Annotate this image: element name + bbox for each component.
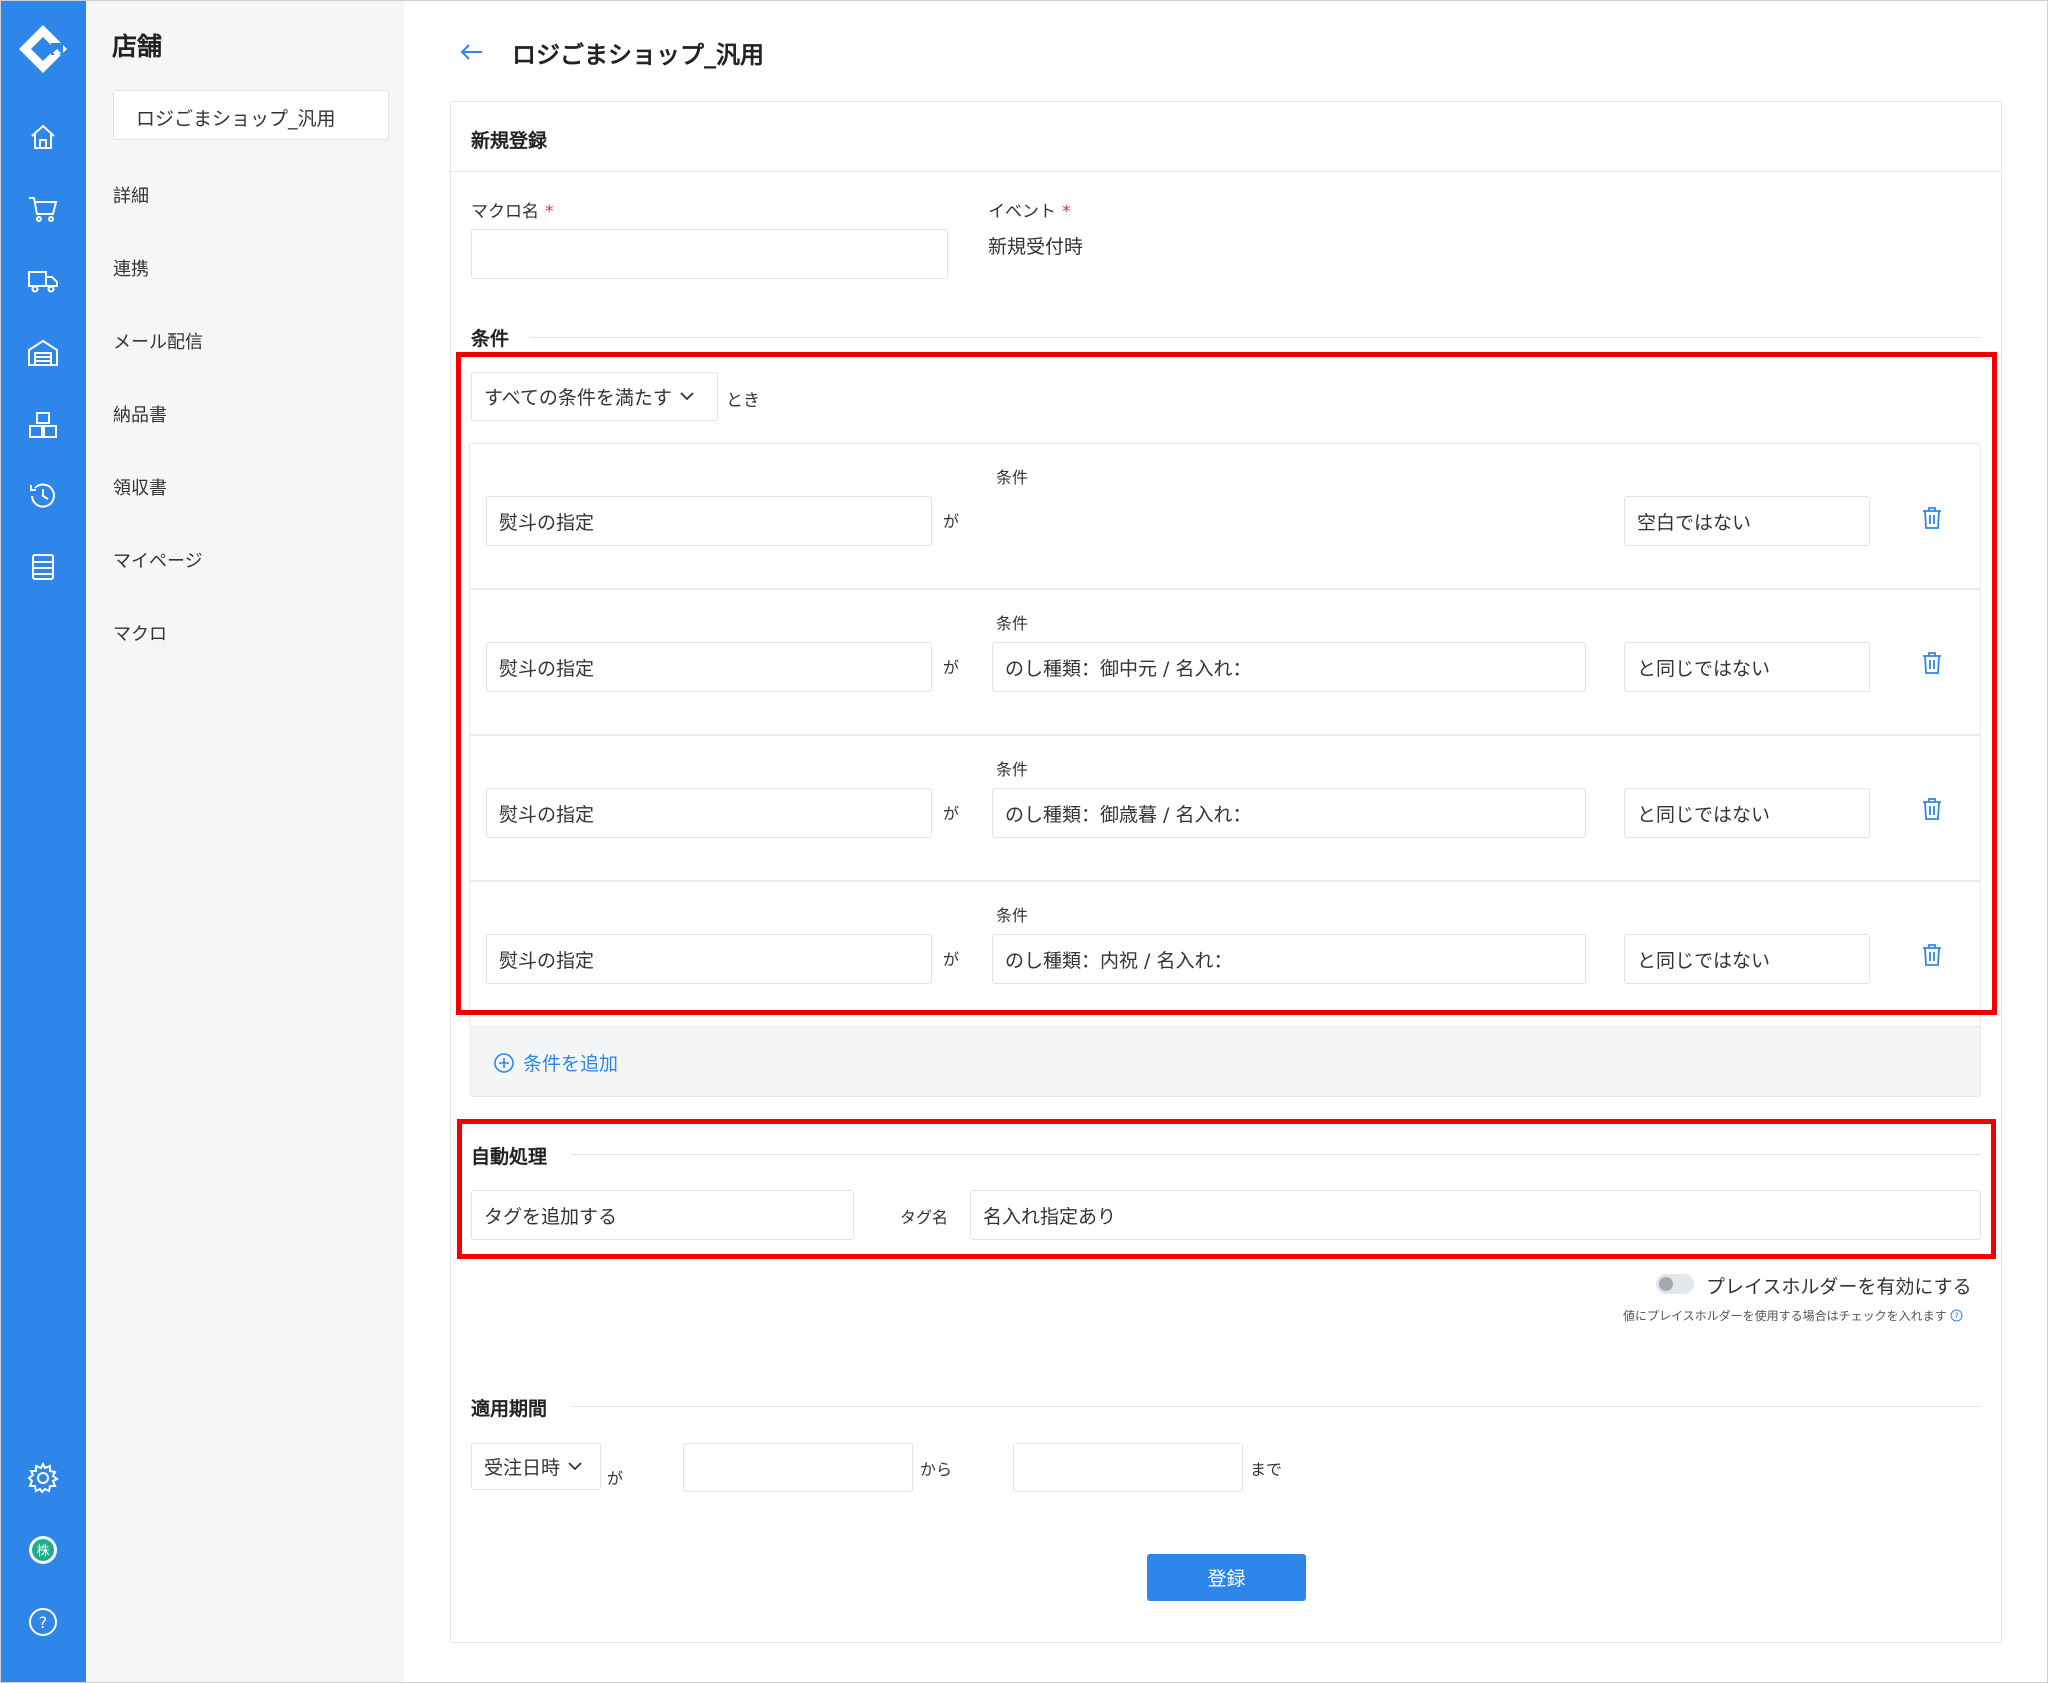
store-sidebar: 店舗 ロジごまショップ_汎用 詳細 連携 メール配信 納品書 領収書 マイページ… [86, 1, 404, 1682]
sidebar-item-mail[interactable]: メール配信 [113, 328, 203, 354]
card-title: 新規登録 [451, 102, 2001, 172]
add-condition-button[interactable]: 条件を追加 [493, 1049, 618, 1076]
sidebar-item-integration[interactable]: 連携 [113, 255, 149, 281]
sidebar-title: 店舗 [112, 32, 163, 61]
boxes-icon[interactable] [25, 407, 61, 443]
add-condition-area: 条件を追加 [470, 1026, 1981, 1097]
sidebar-item-delivery-slip[interactable]: 納品書 [113, 401, 167, 427]
placeholder-toggle-label: プレイスホルダーを有効にする [1706, 1276, 1972, 1298]
period-basis-select[interactable]: 受注日時 [471, 1443, 601, 1490]
submit-button[interactable]: 登録 [1147, 1554, 1306, 1601]
logo-icon[interactable] [17, 23, 69, 75]
sidebar-item-macro[interactable]: マクロ [113, 620, 167, 646]
toggle-knob [1659, 1277, 1673, 1291]
period-divider [572, 1406, 1981, 1407]
macro-name-label: マクロ名 * [471, 202, 554, 222]
back-arrow-icon[interactable] [460, 37, 490, 67]
help-icon[interactable]: ? [25, 1604, 61, 1640]
company-icon[interactable]: 株 [25, 1532, 61, 1568]
shop-selector[interactable]: ロジごまショップ_汎用 [113, 90, 389, 140]
sidebar-item-receipt[interactable]: 領収書 [113, 474, 167, 500]
gear-icon[interactable] [25, 1460, 61, 1496]
period-particle: が [607, 1469, 624, 1488]
svg-text:?: ? [39, 1613, 48, 1632]
icon-rail: 株 ? [1, 1, 86, 1682]
page-title: ロジごまショップ_汎用 [512, 40, 764, 69]
placeholder-toggle[interactable] [1656, 1274, 1694, 1294]
cart-icon[interactable] [25, 191, 61, 227]
auto-action-highlight [457, 1119, 1996, 1259]
list-icon[interactable] [25, 549, 61, 585]
warehouse-icon[interactable] [25, 335, 61, 371]
plus-circle-icon [494, 1052, 514, 1073]
event-label: イベント * [988, 202, 1071, 222]
conditions-divider [530, 337, 1981, 338]
period-from-input[interactable] [683, 1443, 913, 1492]
sidebar-item-details[interactable]: 詳細 [113, 182, 149, 208]
macro-name-input[interactable] [471, 229, 948, 279]
period-to-input[interactable] [1013, 1443, 1243, 1492]
svg-text:?: ? [1955, 1312, 1959, 1321]
conditions-highlight [456, 352, 1997, 1015]
sidebar-item-mypage[interactable]: マイページ [113, 547, 203, 573]
placeholder-hint: 値にプレイスホルダーを使用する場合はチェックを入れます ? [1623, 1307, 1963, 1324]
page-header: ロジごまショップ_汎用 [460, 32, 764, 72]
conditions-section-title: 条件 [471, 328, 510, 350]
svg-text:株: 株 [36, 1544, 49, 1559]
history-icon[interactable] [25, 478, 61, 514]
event-value: 新規受付時 [988, 236, 1084, 258]
info-icon[interactable]: ? [1950, 1309, 1963, 1322]
chevron-down-icon [568, 1462, 582, 1471]
period-to-label: まで [1250, 1460, 1283, 1479]
truck-icon[interactable] [25, 263, 61, 299]
period-from-label: から [920, 1460, 953, 1479]
period-section-title: 適用期間 [471, 1398, 548, 1420]
home-icon[interactable] [25, 119, 61, 155]
